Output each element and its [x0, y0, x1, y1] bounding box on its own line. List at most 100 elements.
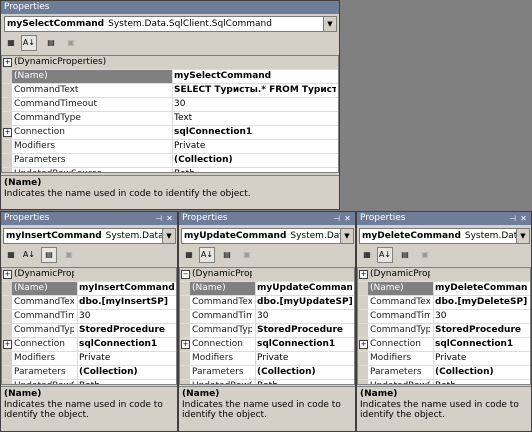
- object-selector[interactable]: myDeleteCommandSystem.Data.SqlC ▼: [359, 228, 530, 244]
- property-value[interactable]: 30: [257, 310, 352, 323]
- categorized-icon[interactable]: ▦: [181, 247, 197, 263]
- property-value[interactable]: (Collection): [435, 366, 528, 379]
- close-icon[interactable]: ✕: [518, 212, 529, 225]
- property-value[interactable]: myUpdateCommand: [257, 282, 352, 295]
- property-row[interactable]: UpdatedRowSou Both: [180, 380, 354, 384]
- property-value[interactable]: myDeleteCommand: [435, 282, 528, 295]
- property-row[interactable]: Modifiers Private: [2, 140, 338, 154]
- pin-icon[interactable]: ⊣: [331, 212, 342, 225]
- property-value[interactable]: 30: [435, 310, 528, 323]
- property-row[interactable]: + (DynamicProperties): [2, 56, 338, 70]
- property-row[interactable]: Parameters (Collection): [358, 366, 530, 380]
- property-row[interactable]: Modifiers Private: [2, 352, 176, 366]
- property-row[interactable]: CommandTimeou 30: [358, 310, 530, 324]
- property-row[interactable]: Parameters (Collection): [180, 366, 354, 380]
- expand-icon[interactable]: +: [3, 58, 12, 67]
- property-row[interactable]: + Connection sqlConnection1: [2, 126, 338, 140]
- property-pages-icon[interactable]: ▣: [417, 247, 433, 263]
- properties-icon[interactable]: ▤: [397, 247, 413, 263]
- property-row[interactable]: CommandType StoredProcedure: [358, 324, 530, 338]
- property-value[interactable]: (Collection): [257, 366, 352, 379]
- alphabetical-icon[interactable]: A↓: [199, 247, 215, 263]
- property-value[interactable]: SELECT Туристы.* FROM Туристы: [174, 84, 336, 97]
- property-value[interactable]: Private: [257, 352, 352, 365]
- alphabetical-icon[interactable]: A↓: [21, 35, 37, 51]
- alphabetical-icon[interactable]: A↓: [21, 247, 37, 263]
- property-value[interactable]: 30: [174, 98, 336, 111]
- property-row[interactable]: (Name) myUpdateCommand: [180, 282, 354, 296]
- property-value[interactable]: sqlConnection1: [174, 126, 336, 139]
- property-row[interactable]: CommandTimeout 30: [2, 98, 338, 112]
- property-value[interactable]: Private: [435, 352, 528, 365]
- property-row[interactable]: CommandType Text: [2, 112, 338, 126]
- pin-icon[interactable]: ⊣: [507, 212, 518, 225]
- property-row[interactable]: +(DynamicPropert: [2, 268, 176, 282]
- property-pages-icon[interactable]: ▣: [63, 35, 79, 51]
- property-row[interactable]: + Connection sqlConnection1: [358, 338, 530, 352]
- property-value[interactable]: StoredProcedure: [257, 324, 352, 337]
- property-row[interactable]: Parameters (Collection): [2, 154, 338, 168]
- expand-icon[interactable]: +: [3, 340, 12, 349]
- property-value[interactable]: 30: [79, 310, 174, 323]
- property-row[interactable]: UpdatedRowSou Both: [358, 380, 530, 384]
- categorized-icon[interactable]: ▦: [3, 35, 19, 51]
- property-row[interactable]: UpdatedRowSourceBoth: [2, 168, 338, 172]
- object-selector[interactable]: myInsertCommandSystem.Data.SqlCli ▼: [3, 228, 176, 244]
- chevron-down-icon[interactable]: ▼: [516, 229, 529, 243]
- close-icon[interactable]: ✕: [164, 212, 175, 225]
- property-row[interactable]: CommandText dbo.[myUpdateSP]: [180, 296, 354, 310]
- property-value[interactable]: dbo.[myInsertSP]: [79, 296, 174, 309]
- property-row[interactable]: + Connection sqlConnection1: [2, 338, 176, 352]
- object-selector[interactable]: myUpdateCommandSystem.Data.SqlC ▼: [181, 228, 354, 244]
- object-selector[interactable]: mySelectCommand System.Data.SqlClient.Sql…: [4, 16, 337, 32]
- close-icon[interactable]: ✕: [342, 212, 353, 225]
- property-row[interactable]: UpdatedRowSou Both: [2, 380, 176, 384]
- property-value[interactable]: Private: [79, 352, 174, 365]
- alphabetical-icon[interactable]: A↓: [377, 247, 393, 263]
- property-row[interactable]: Modifiers Private: [358, 352, 530, 366]
- property-row[interactable]: CommandTimeou 30: [180, 310, 354, 324]
- property-value[interactable]: (Collection): [79, 366, 174, 379]
- property-value[interactable]: dbo.[myUpdateSP]: [257, 296, 352, 309]
- property-row[interactable]: CommandType StoredProcedure: [180, 324, 354, 338]
- property-value[interactable]: sqlConnection1: [79, 338, 174, 351]
- property-value[interactable]: (Collection): [174, 154, 336, 167]
- property-value[interactable]: mySelectCommand: [174, 70, 336, 83]
- properties-icon[interactable]: ▤: [41, 247, 57, 263]
- property-row[interactable]: (Name) mySelectCommand: [2, 70, 338, 84]
- properties-icon[interactable]: ▤: [43, 35, 59, 51]
- property-value[interactable]: StoredProcedure: [435, 324, 528, 337]
- collapse-icon[interactable]: −: [181, 270, 190, 279]
- property-row[interactable]: (Name) myDeleteCommand: [358, 282, 530, 296]
- property-row[interactable]: CommandType StoredProcedure: [2, 324, 176, 338]
- property-value[interactable]: Text: [174, 112, 336, 125]
- property-row[interactable]: + Connection sqlConnection1: [180, 338, 354, 352]
- expand-icon[interactable]: +: [181, 340, 190, 349]
- property-row[interactable]: Modifiers Private: [180, 352, 354, 366]
- property-pages-icon[interactable]: ▣: [61, 247, 77, 263]
- property-row[interactable]: −(DynamicPropert: [180, 268, 354, 282]
- chevron-down-icon[interactable]: ▼: [323, 17, 336, 31]
- property-row[interactable]: Parameters (Collection): [2, 366, 176, 380]
- expand-icon[interactable]: +: [3, 270, 12, 279]
- property-value[interactable]: myInsertCommand: [79, 282, 174, 295]
- pin-icon[interactable]: ⊣: [153, 212, 164, 225]
- expand-icon[interactable]: +: [3, 128, 12, 137]
- property-value[interactable]: dbo.[myDeleteSP]: [435, 296, 528, 309]
- property-row[interactable]: CommandTimeou 30: [2, 310, 176, 324]
- categorized-icon[interactable]: ▦: [359, 247, 375, 263]
- categorized-icon[interactable]: ▦: [3, 247, 19, 263]
- property-value[interactable]: Both: [257, 380, 352, 384]
- property-pages-icon[interactable]: ▣: [239, 247, 255, 263]
- property-row[interactable]: (Name) myInsertCommand: [2, 282, 176, 296]
- properties-icon[interactable]: ▤: [219, 247, 235, 263]
- chevron-down-icon[interactable]: ▼: [162, 229, 175, 243]
- property-value[interactable]: Both: [174, 168, 336, 172]
- property-value[interactable]: sqlConnection1: [435, 338, 528, 351]
- property-value[interactable]: StoredProcedure: [79, 324, 174, 337]
- property-row[interactable]: CommandText dbo.[myInsertSP]: [2, 296, 176, 310]
- expand-icon[interactable]: +: [359, 270, 368, 279]
- property-value[interactable]: Both: [435, 380, 528, 384]
- property-row[interactable]: +(DynamicPropert: [358, 268, 530, 282]
- property-value[interactable]: sqlConnection1: [257, 338, 352, 351]
